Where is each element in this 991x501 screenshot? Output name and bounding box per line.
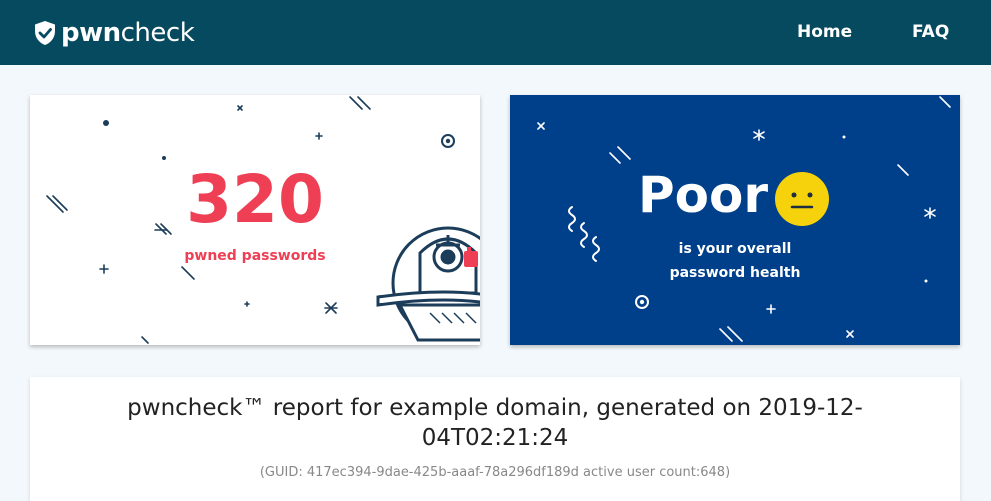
password-health-card: Poor is your overall password health (510, 95, 960, 345)
report-title: pwncheck™ report for example domain, gen… (110, 393, 880, 453)
shield-check-icon (35, 21, 55, 45)
report-header-card: pwncheck™ report for example domain, gen… (30, 377, 960, 501)
health-caption-line1: is your overall (678, 241, 792, 257)
pwned-count: 320 (186, 161, 324, 238)
health-caption: is your overall password health (660, 237, 810, 285)
report-title-line2: 04T02:21:24 (421, 425, 569, 451)
neutral-face-icon (775, 172, 829, 226)
pwned-passwords-card: 320 pwned passwords (30, 95, 480, 345)
nav-faq-link[interactable]: FAQ (912, 20, 949, 44)
report-guid: (GUID: 417ec394-9dae-425b-aaaf-78a296df1… (259, 465, 731, 480)
brand-name: pwncheck (61, 16, 195, 50)
brand-logo[interactable]: pwncheck (34, 16, 195, 50)
pwned-count-label: pwned passwords (184, 248, 326, 264)
report-title-line1: pwncheck™ report for example domain, gen… (127, 395, 863, 421)
health-caption-line2: password health (669, 265, 801, 281)
nav-home-link[interactable]: Home (797, 20, 852, 44)
brand-name-light: check (120, 18, 195, 48)
health-rating: Poor (638, 166, 769, 224)
brand-name-bold: pwn (61, 18, 121, 48)
top-navbar: pwncheck Home FAQ (0, 0, 991, 65)
